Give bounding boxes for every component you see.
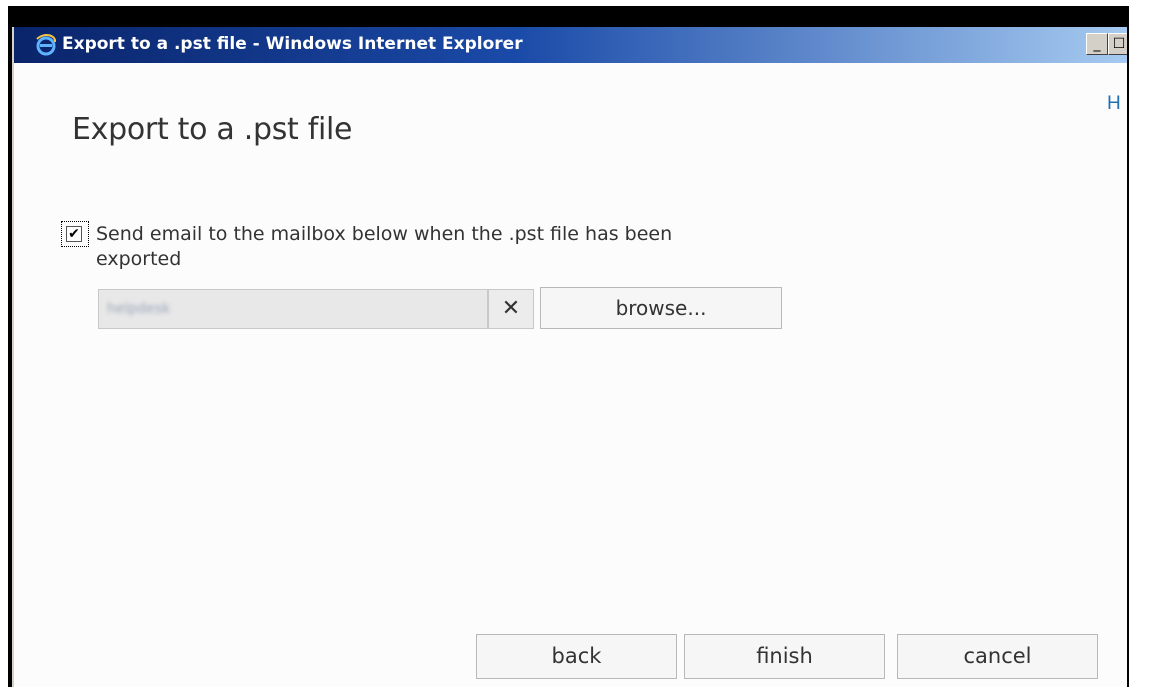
cancel-button[interactable]: cancel bbox=[897, 634, 1098, 679]
window-title: Export to a .pst file - Windows Internet… bbox=[62, 34, 523, 54]
maximize-button[interactable]: ☐ bbox=[1108, 33, 1127, 55]
top-margin bbox=[0, 0, 1151, 6]
ie-icon bbox=[34, 33, 58, 57]
mailbox-field[interactable]: helpdesk bbox=[98, 289, 488, 329]
ie-window: Export to a .pst file - Windows Internet… bbox=[12, 27, 1127, 687]
send-email-checkbox[interactable]: ✔ bbox=[66, 226, 82, 242]
bottom-margin bbox=[0, 687, 1151, 698]
help-link[interactable]: H bbox=[1107, 93, 1121, 115]
left-margin bbox=[0, 0, 8, 698]
send-email-label[interactable]: Send email to the mailbox below when the… bbox=[96, 222, 716, 272]
minimize-button[interactable]: _ bbox=[1086, 33, 1108, 55]
title-bar[interactable]: Export to a .pst file - Windows Internet… bbox=[14, 27, 1127, 63]
back-button[interactable]: back bbox=[476, 634, 677, 679]
mailbox-value: helpdesk bbox=[107, 301, 171, 317]
page-title: Export to a .pst file bbox=[72, 112, 353, 147]
right-margin bbox=[1129, 0, 1151, 698]
browse-button[interactable]: browse... bbox=[540, 287, 782, 329]
checkbox-focus-ring[interactable]: ✔ bbox=[61, 221, 89, 247]
finish-button[interactable]: finish bbox=[684, 634, 885, 679]
clear-mailbox-button[interactable]: ✕ bbox=[488, 289, 534, 329]
